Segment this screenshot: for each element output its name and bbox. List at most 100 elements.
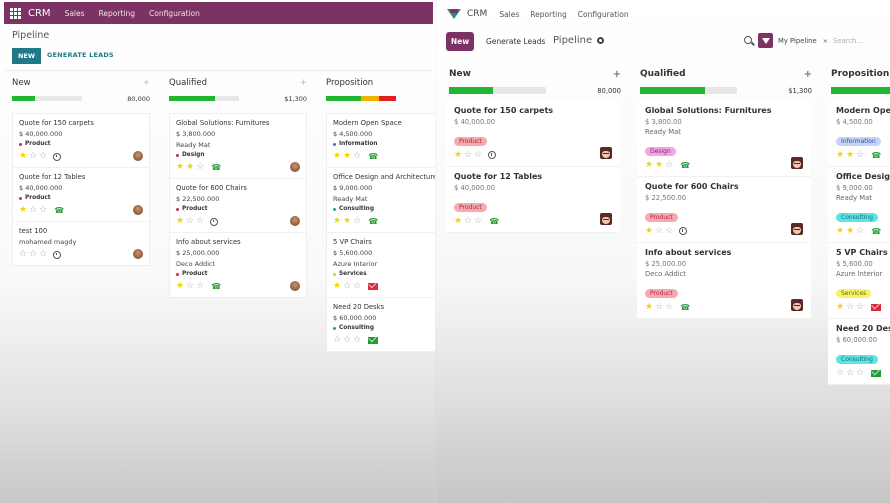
activity-phone-icon[interactable]: ☎ — [489, 217, 499, 226]
priority-star-icon[interactable]: ☆ — [474, 216, 482, 226]
activity-phone-icon[interactable]: ☎ — [368, 152, 378, 161]
priority-star-icon[interactable]: ☆ — [665, 160, 673, 170]
lead-card[interactable]: 5 VP Chairs $ 5,600.00 Azure Interior Servi… — [828, 243, 890, 319]
activity-clock-icon[interactable] — [53, 250, 62, 259]
priority-star-icon[interactable]: ☆ — [846, 368, 854, 378]
priority-star-icon[interactable]: ☆ — [343, 282, 351, 291]
salesperson-avatar[interactable] — [133, 205, 143, 215]
priority-star-icon[interactable]: ★ — [186, 163, 194, 172]
priority-star-icon[interactable]: ☆ — [655, 226, 663, 236]
activity-clock-icon[interactable] — [488, 151, 497, 159]
priority-star-icon[interactable]: ☆ — [196, 217, 204, 226]
priority-star-icon[interactable]: ☆ — [196, 163, 204, 172]
priority-star-icon[interactable]: ☆ — [846, 302, 854, 312]
lead-card[interactable]: Quote for 600 Chairs $ 22,500.000 Product ★… — [170, 179, 306, 233]
salesperson-avatar[interactable] — [791, 223, 803, 235]
priority-star-icon[interactable]: ★ — [333, 282, 341, 291]
priority-star-icon[interactable]: ☆ — [464, 150, 472, 160]
priority-star-icon[interactable]: ★ — [645, 302, 653, 312]
lead-card[interactable]: Info about services $ 25,000.000 Deco Addi… — [170, 233, 306, 297]
priority-star-icon[interactable]: ☆ — [29, 152, 37, 161]
lead-card[interactable]: Quote for 150 carpets $ 40,000.00 Product ★… — [446, 101, 620, 167]
priority-star-icon[interactable]: ★ — [343, 152, 351, 161]
progress-segment[interactable] — [378, 96, 396, 101]
priority-star-icon[interactable]: ★ — [846, 150, 854, 160]
app-brand[interactable]: CRM — [467, 9, 487, 19]
add-card-icon[interactable]: + — [804, 69, 812, 80]
progress-segment[interactable] — [169, 96, 216, 101]
progress-segment[interactable] — [326, 96, 361, 101]
priority-star-icon[interactable]: ☆ — [333, 336, 341, 345]
lead-card[interactable]: test 100 mohamed magdy ☆ ☆ ☆ — [13, 222, 149, 265]
menu-sales[interactable]: Sales — [65, 9, 85, 18]
priority-star-icon[interactable]: ☆ — [836, 368, 844, 378]
activity-phone-icon[interactable]: ☎ — [680, 303, 690, 312]
progress-bar[interactable] — [449, 87, 546, 94]
priority-star-icon[interactable]: ☆ — [856, 368, 864, 378]
activity-phone-icon[interactable]: ☎ — [211, 163, 221, 172]
priority-star-icon[interactable]: ★ — [19, 206, 27, 215]
priority-star-icon[interactable]: ★ — [176, 282, 184, 291]
progress-bar[interactable] — [326, 96, 396, 101]
priority-star-icon[interactable]: ☆ — [464, 216, 472, 226]
priority-star-icon[interactable]: ☆ — [665, 226, 673, 236]
priority-star-icon[interactable]: ★ — [454, 216, 462, 226]
gear-icon[interactable] — [597, 37, 605, 44]
salesperson-avatar[interactable] — [791, 299, 803, 311]
menu-configuration[interactable]: Configuration — [578, 10, 629, 19]
menu-reporting[interactable]: Reporting — [99, 9, 135, 18]
salesperson-avatar[interactable] — [133, 249, 143, 259]
activity-clock-icon[interactable] — [679, 227, 688, 235]
priority-star-icon[interactable]: ☆ — [39, 250, 47, 259]
lead-card[interactable]: Quote for 150 carpets $ 40,000.000 Product… — [13, 114, 149, 168]
priority-star-icon[interactable]: ★ — [846, 226, 854, 236]
priority-star-icon[interactable]: ★ — [655, 160, 663, 170]
salesperson-avatar[interactable] — [600, 147, 612, 159]
priority-star-icon[interactable]: ★ — [333, 152, 341, 161]
progress-bar[interactable] — [12, 96, 82, 101]
activity-phone-icon[interactable]: ☎ — [211, 282, 221, 291]
add-card-icon[interactable]: + — [142, 78, 150, 88]
progress-segment[interactable] — [831, 87, 890, 94]
priority-star-icon[interactable]: ★ — [645, 160, 653, 170]
priority-star-icon[interactable]: ☆ — [186, 217, 194, 226]
activity-email-overdue-icon[interactable] — [368, 283, 379, 290]
lead-card[interactable]: Office Design and Architecture $ 9,000.00… — [327, 168, 435, 233]
activity-clock-icon[interactable] — [210, 217, 219, 226]
lead-card[interactable]: Quote for 600 Chairs $ 22,500.00 Product ★ ☆… — [637, 177, 811, 243]
priority-star-icon[interactable]: ☆ — [19, 250, 27, 259]
progress-segment[interactable] — [12, 96, 36, 101]
priority-star-icon[interactable]: ☆ — [856, 226, 864, 236]
facet-remove-icon[interactable]: × — [823, 37, 828, 45]
lead-card[interactable]: Office Design and Architecture $ 9,000.00… — [828, 167, 890, 243]
priority-star-icon[interactable]: ☆ — [856, 150, 864, 160]
activity-email-overdue-icon[interactable] — [871, 303, 882, 311]
priority-star-icon[interactable]: ★ — [176, 217, 184, 226]
priority-star-icon[interactable]: ★ — [836, 302, 844, 312]
new-button[interactable]: New — [446, 32, 474, 51]
menu-sales[interactable]: Sales — [499, 10, 519, 19]
new-button[interactable]: NEW — [12, 48, 41, 64]
activity-phone-icon[interactable]: ☎ — [871, 227, 881, 236]
priority-star-icon[interactable]: ☆ — [353, 282, 361, 291]
menu-configuration[interactable]: Configuration — [149, 9, 200, 18]
activity-phone-icon[interactable]: ☎ — [368, 217, 378, 226]
priority-star-icon[interactable]: ★ — [176, 163, 184, 172]
priority-star-icon[interactable]: ☆ — [29, 206, 37, 215]
progress-segment[interactable] — [361, 96, 379, 101]
salesperson-avatar[interactable] — [290, 162, 300, 172]
priority-star-icon[interactable]: ★ — [19, 152, 27, 161]
add-card-icon[interactable]: + — [613, 69, 621, 80]
lead-card[interactable]: Global Solutions: Furnitures $ 3,800.00 Re… — [637, 101, 811, 177]
lead-card[interactable]: Need 20 Desks $ 60,000.000 Consulting ☆ ☆ ☆ — [327, 298, 435, 351]
search-input[interactable]: Search... — [833, 37, 863, 45]
activity-phone-icon[interactable]: ☎ — [871, 151, 881, 160]
salesperson-avatar[interactable] — [290, 281, 300, 291]
lead-card[interactable]: Need 20 Desks$ 60,000.00Consulting☆☆☆ — [828, 319, 890, 385]
priority-star-icon[interactable]: ★ — [333, 217, 341, 226]
progress-segment[interactable] — [640, 87, 705, 94]
priority-star-icon[interactable]: ☆ — [474, 150, 482, 160]
generate-leads-button[interactable]: GENERATE LEADS — [47, 51, 114, 59]
lead-card[interactable]: Modern Open Space $ 4,500.00 Information ★★… — [828, 101, 890, 167]
salesperson-avatar[interactable] — [133, 151, 143, 161]
